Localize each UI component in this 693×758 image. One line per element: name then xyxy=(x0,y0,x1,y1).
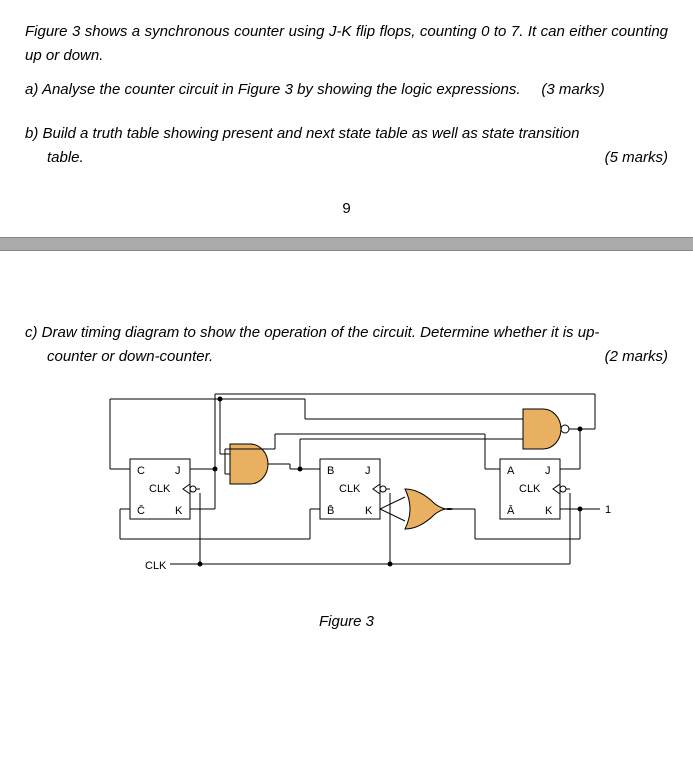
ff-c-qbar-label: C̄ xyxy=(137,504,145,517)
page-number: 9 xyxy=(25,200,668,217)
figure-caption: Figure 3 xyxy=(25,613,668,630)
ff-c-j-label: J xyxy=(175,465,181,477)
figure-3: C C̄ J K CLK B B̄ J K CLK A Ā J K CLK xyxy=(75,389,668,603)
ff-a-k-label: K xyxy=(545,505,553,517)
or-gate xyxy=(405,489,453,529)
question-c: c) Draw timing diagram to show the opera… xyxy=(25,321,668,369)
page-separator xyxy=(0,237,693,251)
circuit-diagram: C C̄ J K CLK B B̄ J K CLK A Ā J K CLK xyxy=(75,389,635,599)
ff-b-clk-label: CLK xyxy=(339,483,361,495)
flipflop-b: B B̄ J K CLK xyxy=(320,459,386,519)
question-a: a) Analyse the counter circuit in Figure… xyxy=(25,78,668,102)
ff-b-j-label: J xyxy=(365,465,371,477)
ff-b-k-label: K xyxy=(365,505,373,517)
ff-a-clk-label: CLK xyxy=(519,483,541,495)
question-c-line2: counter or down-counter. xyxy=(25,348,213,365)
question-b-line1: b) Build a truth table showing present a… xyxy=(25,125,580,142)
question-c-line1: c) Draw timing diagram to show the opera… xyxy=(25,324,599,341)
ff-a-qbar-label: Ā xyxy=(507,505,515,517)
ff-a-j-label: J xyxy=(545,465,551,477)
ff-c-q-label: C xyxy=(137,465,145,477)
nand-gate xyxy=(523,409,569,449)
ff-b-q-label: B xyxy=(327,465,334,477)
ff-c-clk-label: CLK xyxy=(149,483,171,495)
ff-a-q-label: A xyxy=(507,465,515,477)
flipflop-c: C C̄ J K CLK xyxy=(130,459,196,519)
flipflop-a: A Ā J K CLK xyxy=(500,459,566,519)
and-gate xyxy=(230,444,268,484)
question-b: b) Build a truth table showing present a… xyxy=(25,122,668,170)
ff-b-qbar-label: B̄ xyxy=(327,504,334,517)
question-b-marks: (5 marks) xyxy=(605,146,668,170)
constant-one-label: 1 xyxy=(605,504,611,516)
intro-text: Figure 3 shows a synchronous counter usi… xyxy=(25,20,668,68)
question-c-marks: (2 marks) xyxy=(605,345,668,369)
clk-source-label: CLK xyxy=(145,560,167,572)
ff-c-k-label: K xyxy=(175,505,183,517)
question-b-line2: table. xyxy=(25,149,84,166)
question-a-text: a) Analyse the counter circuit in Figure… xyxy=(25,81,521,98)
question-a-marks: (3 marks) xyxy=(541,81,604,98)
